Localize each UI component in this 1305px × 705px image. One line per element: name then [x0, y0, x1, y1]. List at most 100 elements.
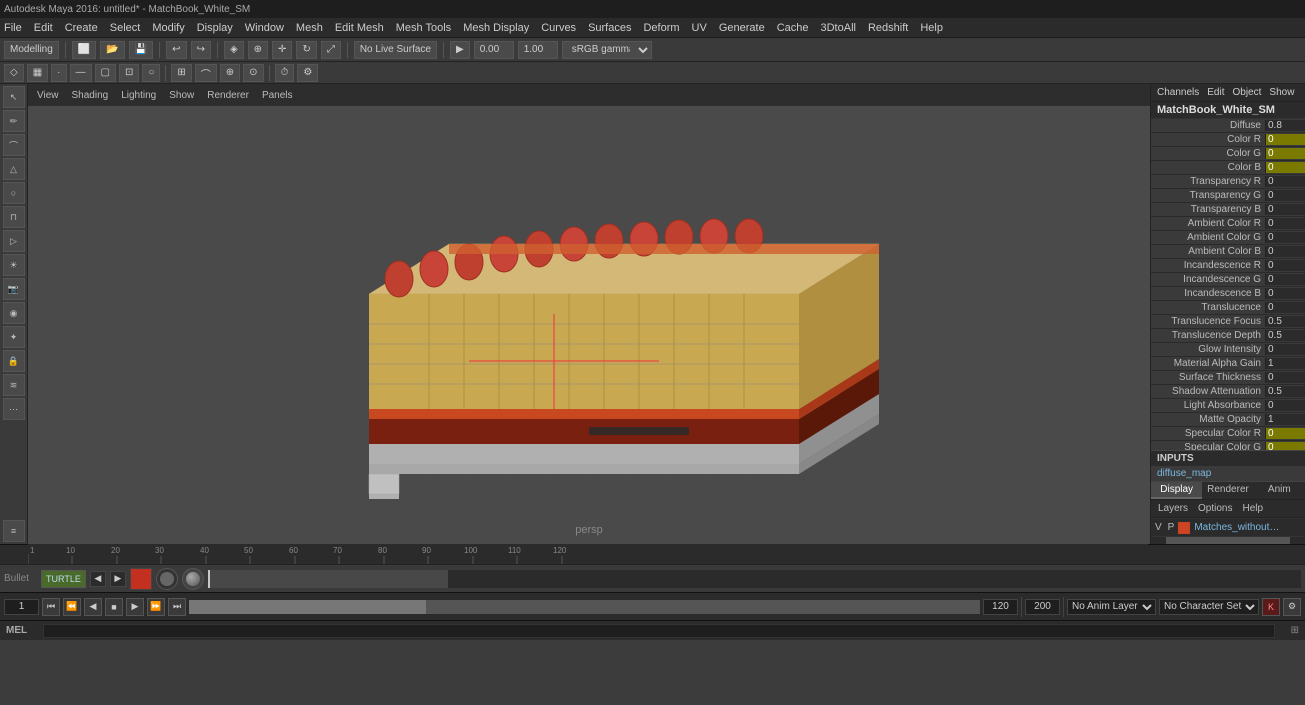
menu-mesh[interactable]: Mesh: [296, 22, 323, 34]
menu-edit-mesh[interactable]: Edit Mesh: [335, 22, 384, 34]
channel-value[interactable]: 0: [1265, 372, 1305, 383]
menu-select[interactable]: Select: [110, 22, 141, 34]
vp-renderer[interactable]: Renderer: [202, 89, 254, 102]
channel-value[interactable]: 0.5: [1265, 386, 1305, 397]
stop-btn[interactable]: ■: [105, 598, 123, 616]
channel-value[interactable]: 0: [1265, 162, 1305, 173]
anim-next-btn[interactable]: ▶: [110, 571, 126, 587]
go-end-btn[interactable]: ⏭: [168, 598, 186, 616]
anim-lt[interactable]: ▷: [3, 230, 25, 252]
channel-value[interactable]: 0: [1265, 288, 1305, 299]
subtab-help[interactable]: Help: [1239, 502, 1266, 515]
undo-btn[interactable]: ↩: [166, 41, 186, 59]
component-btn[interactable]: ▦: [27, 64, 48, 82]
char-set-select[interactable]: No Character Set: [1159, 599, 1259, 615]
vp-view[interactable]: View: [32, 89, 64, 102]
live-surface-btn[interactable]: No Live Surface: [354, 41, 437, 59]
menu-surfaces[interactable]: Surfaces: [588, 22, 631, 34]
channel-value[interactable]: 0: [1265, 134, 1305, 145]
menu-deform[interactable]: Deform: [643, 22, 679, 34]
nurbs-lt[interactable]: ○: [3, 182, 25, 204]
menu-3dtoall[interactable]: 3DtoAll: [821, 22, 856, 34]
render-btn[interactable]: ▶: [450, 41, 470, 59]
go-start-btn[interactable]: ⏮: [42, 598, 60, 616]
tab-anim[interactable]: Anim: [1254, 482, 1305, 499]
channel-value[interactable]: 0: [1265, 148, 1305, 159]
cb-tab-channels[interactable]: Channels: [1157, 87, 1199, 98]
menu-file[interactable]: File: [4, 22, 22, 34]
layer-v-toggle[interactable]: V: [1155, 522, 1162, 533]
channel-value[interactable]: 0: [1265, 204, 1305, 215]
icon-preview-2[interactable]: [156, 568, 178, 590]
channel-value[interactable]: 1: [1265, 358, 1305, 369]
xgen-lt[interactable]: ≋: [3, 374, 25, 396]
menu-edit[interactable]: Edit: [34, 22, 53, 34]
diffuse-map-input[interactable]: diffuse_map: [1151, 466, 1305, 481]
open-btn[interactable]: 📂: [100, 41, 124, 59]
step-fwd-btn[interactable]: ⏩: [147, 598, 165, 616]
step-back-btn[interactable]: ⏪: [63, 598, 81, 616]
menu-curves[interactable]: Curves: [541, 22, 576, 34]
menu-help[interactable]: Help: [920, 22, 943, 34]
channel-value[interactable]: 0.8: [1265, 120, 1305, 131]
cb-tab-show[interactable]: Show: [1269, 87, 1294, 98]
menu-window[interactable]: Window: [245, 22, 284, 34]
icon-preview-3[interactable]: [182, 568, 204, 590]
settings-btn[interactable]: ⚙: [1283, 598, 1301, 616]
play-back-btn[interactable]: ◀: [84, 598, 102, 616]
scale-tool[interactable]: ⤢: [321, 41, 341, 59]
play-fwd-btn[interactable]: ▶: [126, 598, 144, 616]
channel-value[interactable]: 0: [1265, 302, 1305, 313]
vp-lighting[interactable]: Lighting: [116, 89, 161, 102]
constraint-lt[interactable]: 🔒: [3, 350, 25, 372]
viewport[interactable]: View Shading Lighting Show Renderer Pane…: [28, 84, 1150, 544]
snap-view[interactable]: ⊙: [243, 64, 263, 82]
channel-value[interactable]: 0: [1265, 442, 1305, 450]
node-name[interactable]: MatchBook_White_SM: [1151, 102, 1305, 119]
auto-key-btn[interactable]: K: [1262, 598, 1280, 616]
vertex-btn[interactable]: ·: [51, 64, 66, 82]
anim-time-strip[interactable]: [208, 570, 1301, 588]
mode-dropdown[interactable]: Modelling: [4, 41, 59, 59]
select-tool[interactable]: ◈: [224, 41, 244, 59]
menu-generate[interactable]: Generate: [719, 22, 765, 34]
anim-prev-btn[interactable]: ◀: [90, 571, 106, 587]
channel-value[interactable]: 0: [1265, 344, 1305, 355]
channel-lt[interactable]: ≡: [3, 520, 25, 542]
subtab-options[interactable]: Options: [1195, 502, 1235, 515]
menu-cache[interactable]: Cache: [777, 22, 809, 34]
menu-create[interactable]: Create: [65, 22, 98, 34]
select-mode-btn[interactable]: ◇: [4, 64, 24, 82]
channel-value[interactable]: 0.5: [1265, 316, 1305, 327]
bullet-mode-btn[interactable]: TURTLE: [41, 570, 86, 588]
tab-display[interactable]: Display: [1151, 482, 1202, 499]
history-btn[interactable]: ⏱: [275, 64, 295, 82]
render-settings-btn[interactable]: ⚙: [297, 64, 318, 82]
deform-lt[interactable]: ⊓: [3, 206, 25, 228]
channel-value[interactable]: 0: [1265, 428, 1305, 439]
range-track[interactable]: [189, 600, 980, 614]
select-lt[interactable]: ↖: [3, 86, 25, 108]
channel-value[interactable]: 0: [1265, 190, 1305, 201]
command-input[interactable]: [43, 624, 1275, 638]
subtab-layers[interactable]: Layers: [1155, 502, 1191, 515]
channel-value[interactable]: 0: [1265, 274, 1305, 285]
layer-p-toggle[interactable]: P: [1168, 522, 1175, 533]
rotate-tool[interactable]: ↻: [296, 41, 316, 59]
lasso-tool[interactable]: ⊕: [248, 41, 268, 59]
channel-value[interactable]: 0: [1265, 260, 1305, 271]
x-field[interactable]: [474, 41, 514, 59]
uvshell-btn[interactable]: ⊡: [119, 64, 139, 82]
right-scrollbar[interactable]: [1151, 536, 1305, 544]
curve-lt[interactable]: ⌒: [3, 134, 25, 156]
anim-layer-select[interactable]: No Anim Layer: [1067, 599, 1156, 615]
y-field[interactable]: [518, 41, 558, 59]
channel-value[interactable]: 0: [1265, 218, 1305, 229]
tab-renderer[interactable]: Renderer: [1202, 482, 1253, 499]
face-btn[interactable]: ▢: [95, 64, 116, 82]
channel-value[interactable]: 0: [1265, 400, 1305, 411]
channel-value[interactable]: 1: [1265, 414, 1305, 425]
vp-panels[interactable]: Panels: [257, 89, 298, 102]
scroll-thumb[interactable]: [1166, 537, 1289, 544]
camera-lt[interactable]: 📷: [3, 278, 25, 300]
